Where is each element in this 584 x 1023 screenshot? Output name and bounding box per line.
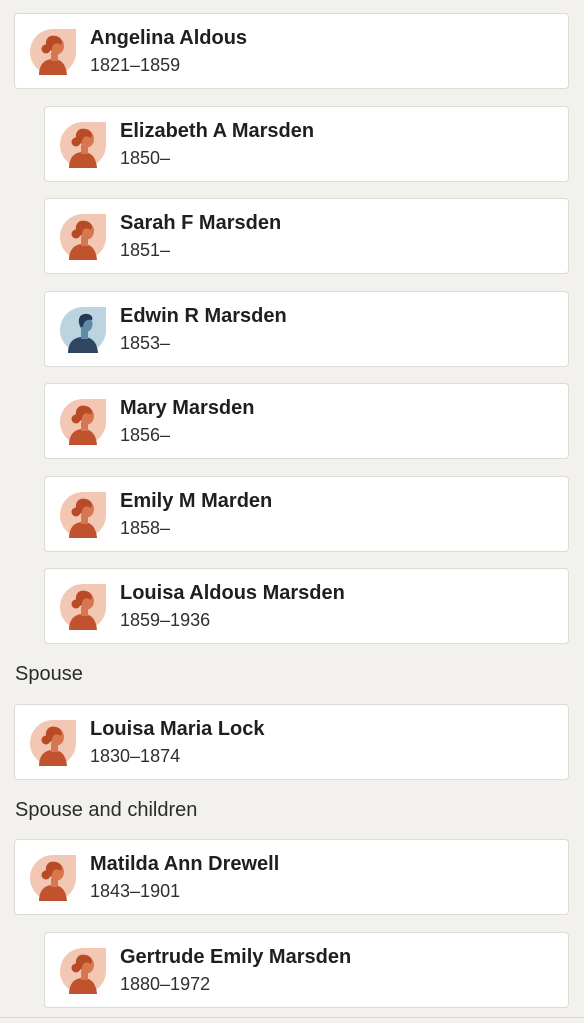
- person-name: Emily M Marden: [120, 490, 273, 512]
- bottom-divider: [0, 1017, 584, 1018]
- person-card-edwin-r-marsden[interactable]: Edwin R Marsden 1853–: [44, 291, 569, 367]
- person-card-gertrude-emily-marsden[interactable]: Gertrude Emily Marsden 1880–1972: [44, 932, 569, 1008]
- person-dates: 1856–: [120, 425, 171, 445]
- person-dates: 1843–1901: [90, 881, 181, 901]
- person-name: Gertrude Emily Marsden: [120, 946, 352, 968]
- section-label-spouse: Spouse: [15, 663, 83, 685]
- person-dates: 1858–: [120, 518, 171, 538]
- female-avatar-icon: [60, 214, 106, 260]
- person-card-louisa-aldous-marsden[interactable]: Louisa Aldous Marsden 1859–1936: [44, 568, 569, 644]
- person-card-louisa-maria-lock[interactable]: Louisa Maria Lock 1830–1874: [14, 704, 569, 780]
- person-name: Edwin R Marsden: [120, 305, 287, 327]
- person-card-sarah-f-marsden[interactable]: Sarah F Marsden 1851–: [44, 198, 569, 274]
- person-name: Louisa Maria Lock: [90, 718, 265, 740]
- person-card-mary-marsden[interactable]: Mary Marsden 1856–: [44, 383, 569, 459]
- female-avatar-icon: [60, 399, 106, 445]
- female-avatar-icon: [60, 584, 106, 630]
- person-card-emily-m-marden[interactable]: Emily M Marden 1858–: [44, 476, 569, 552]
- person-dates: 1850–: [120, 148, 171, 168]
- person-card-angelina-aldous[interactable]: Angelina Aldous 1821–1859: [14, 13, 569, 89]
- person-dates: 1830–1874: [90, 746, 181, 766]
- female-avatar-icon: [30, 720, 76, 766]
- person-card-matilda-ann-drewell[interactable]: Matilda Ann Drewell 1843–1901: [14, 839, 569, 915]
- person-dates: 1821–1859: [90, 55, 181, 75]
- person-name: Louisa Aldous Marsden: [120, 582, 345, 604]
- person-name: Matilda Ann Drewell: [90, 853, 280, 875]
- section-label-spouse-and-children: Spouse and children: [15, 799, 198, 821]
- female-avatar-icon: [30, 855, 76, 901]
- person-dates: 1880–1972: [120, 974, 211, 994]
- male-avatar-icon: [60, 307, 106, 353]
- person-dates: 1853–: [120, 333, 171, 353]
- female-avatar-icon: [30, 29, 76, 75]
- female-avatar-icon: [60, 492, 106, 538]
- person-dates: 1859–1936: [120, 610, 211, 630]
- female-avatar-icon: [60, 948, 106, 994]
- female-avatar-icon: [60, 122, 106, 168]
- person-name: Mary Marsden: [120, 397, 255, 419]
- person-name: Sarah F Marsden: [120, 212, 282, 234]
- person-name: Elizabeth A Marsden: [120, 120, 315, 142]
- person-card-elizabeth-a-marsden[interactable]: Elizabeth A Marsden 1850–: [44, 106, 569, 182]
- person-name: Angelina Aldous: [90, 27, 248, 49]
- person-dates: 1851–: [120, 240, 171, 260]
